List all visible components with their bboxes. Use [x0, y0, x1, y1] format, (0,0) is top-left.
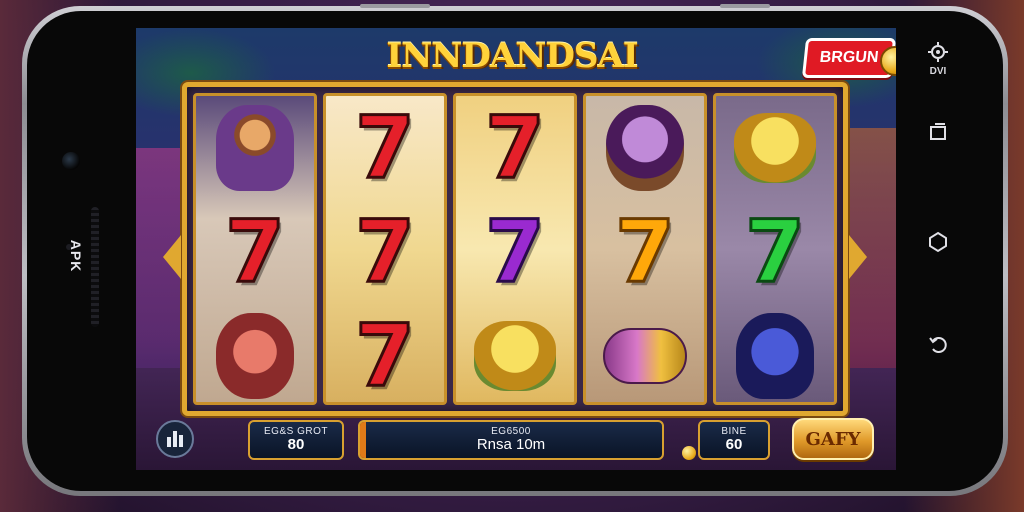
scroll-symbol — [603, 328, 687, 384]
spin-button-label: GAFY — [805, 428, 861, 450]
reel-2: 777 — [323, 93, 447, 405]
menu-icon — [167, 431, 183, 447]
lines-panel[interactable]: BINE 60 — [698, 420, 770, 460]
reel-2-cell-1: 7 — [326, 96, 444, 200]
seven-symbol: 7 — [484, 202, 547, 302]
reel-frame: 7 777 77 7 7 — [163, 82, 867, 416]
lines-value: 60 — [725, 436, 743, 454]
reel-3-cell-3 — [456, 304, 574, 402]
menu-button[interactable] — [156, 420, 194, 458]
reel-1-cell-2: 7 — [196, 200, 314, 304]
reel-5-cell-1 — [716, 96, 834, 200]
golden-beast-symbol — [734, 113, 816, 183]
recent-apps-icon[interactable] — [920, 118, 956, 146]
bottom-hud: EG&S GROT 80 EG6500 Rnsa 10m BINE 60 GAF… — [136, 414, 896, 470]
win-panel-accent — [360, 422, 366, 458]
left-arrow-icon — [163, 235, 181, 279]
seven-symbol: 7 — [614, 202, 677, 302]
power-button — [720, 4, 770, 8]
seven-symbol: 7 — [354, 98, 417, 198]
right-arrow-icon — [849, 235, 867, 279]
reel-3-cell-2: 7 — [456, 200, 574, 304]
win-value: Rnsa 10m — [476, 436, 546, 454]
spin-button[interactable]: GAFY — [792, 418, 874, 460]
reel-4: 7 — [583, 93, 707, 405]
reel-2-cell-2: 7 — [326, 200, 444, 304]
mask-symbol — [606, 105, 684, 191]
seven-symbol: 7 — [354, 202, 417, 302]
home-icon[interactable] — [920, 227, 956, 257]
seven-symbol: 7 — [484, 98, 547, 198]
speaker-grille — [91, 207, 99, 327]
bet-value: 80 — [287, 436, 305, 454]
reel-5-cell-2: 7 — [716, 200, 834, 304]
reel-4-cell-3 — [586, 304, 704, 402]
game-title: INNDANDSAI — [386, 36, 638, 76]
promo-badge-label: BRGUN — [818, 49, 880, 66]
dragon-symbol — [736, 313, 814, 399]
reel-5-cell-3 — [716, 304, 834, 402]
side-label: APK — [68, 239, 84, 273]
bet-panel[interactable]: EG&S GROT 80 — [248, 420, 344, 460]
reel-1-cell-3 — [196, 304, 314, 402]
reel-4-cell-2: 7 — [586, 200, 704, 304]
reel-1: 7 — [193, 93, 317, 405]
reel-2-cell-3: 7 — [326, 304, 444, 405]
reel-1-cell-1 — [196, 96, 314, 200]
game-screen: INNDANDSAI BRGUN 7 777 77 7 7 EG&S GROT … — [136, 28, 896, 470]
settings-gear-icon[interactable] — [920, 38, 956, 66]
reel-3-cell-1: 7 — [456, 96, 574, 200]
demon-symbol — [216, 313, 294, 399]
seven-symbol: 7 — [354, 306, 417, 405]
seven-symbol: 7 — [744, 202, 807, 302]
win-panel: EG6500 Rnsa 10m — [358, 420, 664, 460]
warrior-symbol — [216, 105, 294, 191]
back-icon[interactable] — [920, 330, 956, 358]
golden-beast-symbol — [474, 321, 556, 391]
front-camera — [62, 152, 80, 170]
status-label: DVI — [929, 66, 947, 77]
coin-icon — [682, 446, 696, 460]
reel-4-cell-1 — [586, 96, 704, 200]
reel-5: 7 — [713, 93, 837, 405]
seven-symbol: 7 — [224, 202, 287, 302]
volume-button — [360, 4, 430, 8]
reel-3: 77 — [453, 93, 577, 405]
